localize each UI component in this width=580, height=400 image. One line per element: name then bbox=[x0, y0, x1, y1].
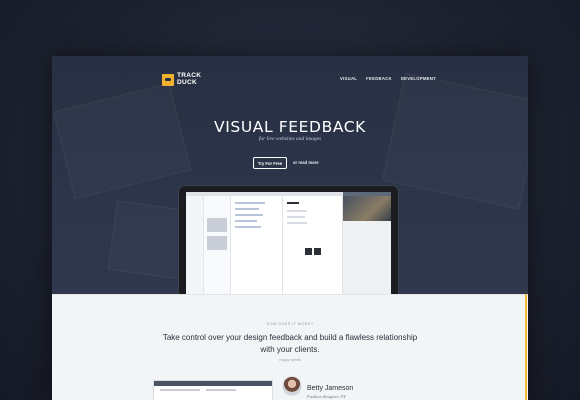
app-detail-row bbox=[287, 216, 305, 218]
app-detail-row bbox=[287, 210, 307, 212]
logo-text: TRACK DUCK bbox=[177, 72, 202, 86]
preview-content-line bbox=[160, 389, 200, 391]
app-preview-column bbox=[343, 192, 391, 294]
app-thumbnail bbox=[207, 236, 227, 250]
app-preview-image bbox=[343, 196, 391, 221]
app-preview-panel bbox=[343, 221, 391, 294]
testimonial-name: Betty Jameson bbox=[307, 385, 354, 392]
section-divider bbox=[52, 294, 528, 295]
app-screenshot bbox=[186, 192, 391, 294]
app-list-row bbox=[235, 214, 263, 216]
hero-subtitle: for live websites and images bbox=[258, 136, 322, 142]
app-list-row bbox=[235, 220, 257, 222]
app-list-column bbox=[231, 196, 283, 294]
scrollbar[interactable] bbox=[525, 294, 527, 400]
hero-section: TRACK DUCK VISUAL FEEDBACK DEVELOPMENT V… bbox=[52, 56, 528, 294]
nav-item-visual[interactable]: VISUAL bbox=[340, 76, 357, 81]
logo[interactable]: TRACK DUCK bbox=[162, 72, 202, 86]
laptop-mockup bbox=[178, 185, 399, 294]
testimonial-title: Fashion designer, NY bbox=[307, 394, 346, 399]
section-eyebrow: HOW DOES IT WORK? bbox=[266, 322, 314, 326]
app-list-row bbox=[235, 202, 265, 204]
app-thumbnail bbox=[207, 218, 227, 232]
read-more-link[interactable]: or read more bbox=[293, 160, 319, 165]
app-list-row bbox=[235, 208, 259, 210]
main-nav: VISUAL FEEDBACK DEVELOPMENT bbox=[340, 76, 436, 81]
section-tagline: Take control over your design feedback a… bbox=[162, 333, 418, 354]
app-qr-icon bbox=[314, 248, 321, 255]
preview-content-line bbox=[206, 389, 236, 391]
nav-item-feedback[interactable]: FEEDBACK bbox=[366, 76, 392, 81]
app-detail-row bbox=[287, 222, 307, 224]
preview-toolbar bbox=[154, 381, 272, 386]
landing-page: TRACK DUCK VISUAL FEEDBACK DEVELOPMENT V… bbox=[52, 56, 528, 400]
app-list-row bbox=[235, 226, 261, 228]
app-sidebar bbox=[186, 196, 204, 294]
hero-title: VISUAL FEEDBACK bbox=[214, 118, 366, 136]
section-tagline-sub: Happy clients bbox=[279, 358, 301, 362]
try-for-free-button[interactable]: Try For Free bbox=[253, 157, 287, 169]
logo-mark-icon bbox=[162, 73, 174, 86]
app-thumbnail-column bbox=[204, 196, 231, 294]
app-preview-thumbnail bbox=[153, 380, 273, 400]
avatar bbox=[282, 376, 302, 396]
app-qr-icon bbox=[305, 248, 312, 255]
nav-item-development[interactable]: DEVELOPMENT bbox=[401, 76, 436, 81]
app-detail-row bbox=[287, 202, 299, 204]
app-detail-column bbox=[283, 196, 343, 294]
